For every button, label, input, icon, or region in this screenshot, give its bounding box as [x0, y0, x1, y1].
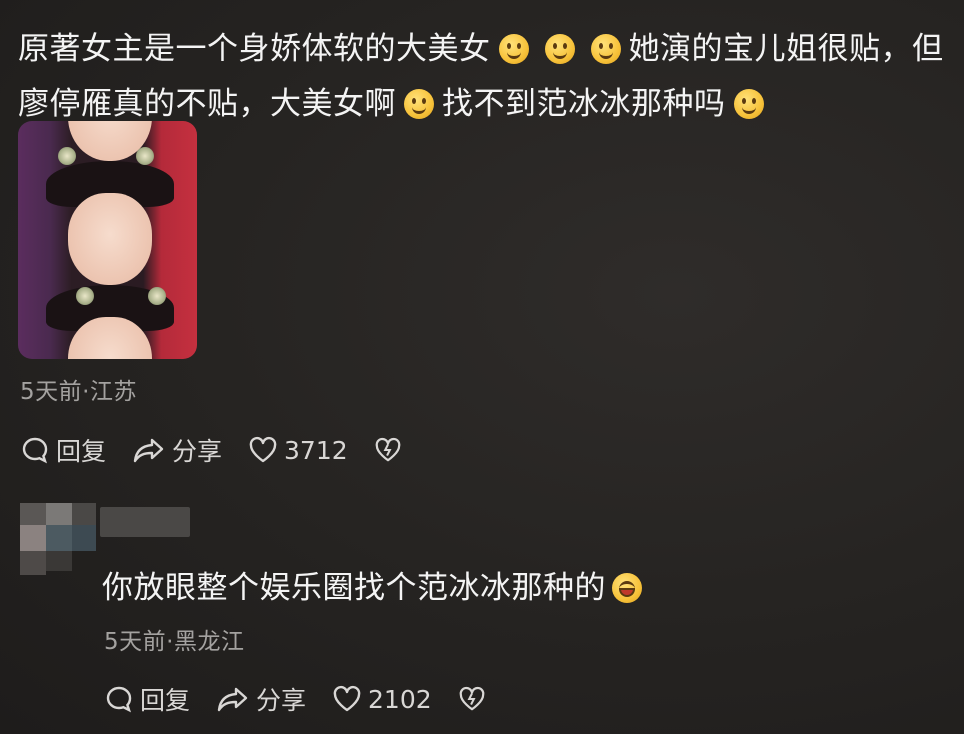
- share-label: 分享: [256, 686, 307, 715]
- comment-actions: 回复 分享 3712: [20, 432, 434, 468]
- reply-text-content: 你放眼整个娱乐圈找个范冰冰那种的: [102, 570, 606, 606]
- heart-icon: [333, 685, 361, 712]
- smile-emoji-icon: [544, 34, 575, 64]
- blurred-username: [100, 507, 190, 537]
- reply-meta: 5天前·黑龙江: [104, 629, 245, 655]
- image-ornament: [148, 287, 166, 305]
- smile-emoji-icon: [404, 89, 434, 119]
- dislike-button[interactable]: [374, 437, 408, 463]
- speech-bubble-icon: [22, 437, 48, 464]
- comment-meta: 5天前·江苏: [20, 379, 137, 405]
- share-arrow-icon: [217, 687, 248, 712]
- reply-button[interactable]: 回复: [20, 432, 106, 468]
- smile-emoji-icon: [733, 89, 764, 119]
- speech-bubble-icon: [106, 686, 132, 713]
- like-count: 2102: [368, 684, 432, 714]
- share-button[interactable]: 分享: [216, 681, 306, 717]
- laughing-tears-emoji-icon: [612, 573, 642, 603]
- reply-label: 回复: [56, 437, 107, 466]
- reply-text: 你放眼整个娱乐圈找个范冰冰那种的: [102, 562, 642, 607]
- broken-heart-icon: [459, 686, 484, 711]
- reply-button[interactable]: 回复: [104, 681, 190, 717]
- like-count: 3712: [284, 435, 348, 465]
- share-button[interactable]: 分享: [132, 432, 222, 468]
- image-ornament: [76, 287, 94, 305]
- reply-label: 回复: [140, 686, 191, 715]
- like-button[interactable]: 2102: [332, 685, 432, 714]
- smile-emoji-icon: [498, 34, 529, 64]
- like-button[interactable]: 3712: [248, 436, 348, 465]
- reply-actions: 回复 分享 2102: [104, 681, 518, 717]
- smile-emoji-icon: [590, 34, 621, 64]
- dislike-button[interactable]: [458, 686, 492, 712]
- image-ornament: [136, 147, 154, 165]
- share-label: 分享: [172, 437, 223, 466]
- comment-text-part-3: 找不到范冰冰那种吗: [442, 86, 726, 122]
- image-face-shape: [68, 193, 152, 285]
- broken-heart-icon: [375, 437, 400, 462]
- image-ornament: [58, 147, 76, 165]
- share-arrow-icon: [133, 438, 164, 463]
- comment-text: 原著女主是一个身娇体软的大美女 她演的宝儿姐很贴，但廖停雁真的不贴，大美女啊 找不到…: [18, 22, 948, 132]
- comment-text-part-1: 原著女主是一个身娇体软的大美女: [18, 31, 491, 67]
- heart-icon: [249, 436, 277, 463]
- comment-image[interactable]: [18, 121, 197, 359]
